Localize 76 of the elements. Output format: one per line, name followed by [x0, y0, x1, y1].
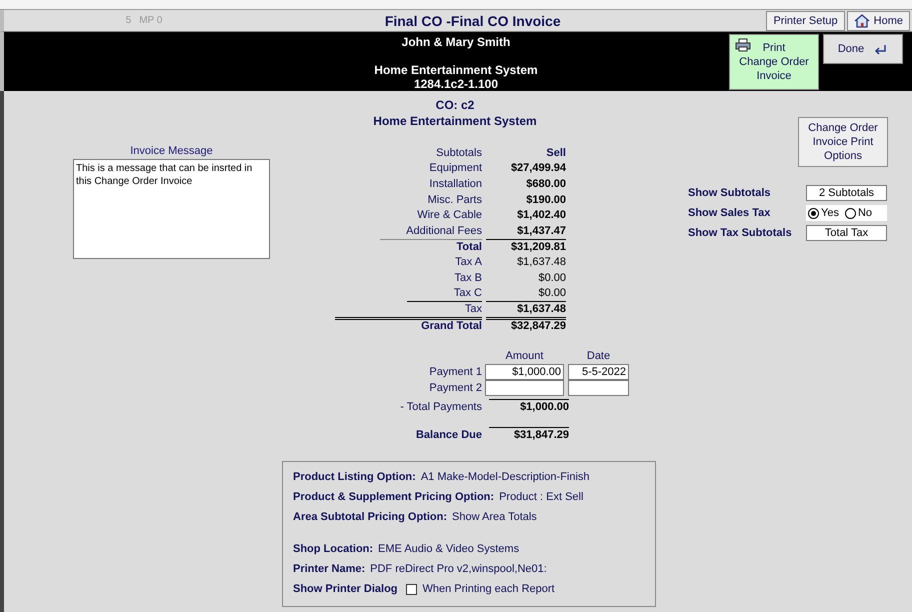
setting-label: Product Listing Option: [293, 471, 416, 483]
setting-value: EME Audio & Video Systems [378, 543, 520, 555]
subtotal-value: $190.00 [525, 192, 566, 208]
job-number: 1284.1c2-1.100 [412, 77, 500, 91]
subtotal-value: $0.00 [537, 286, 566, 301]
done-button[interactable]: Done [823, 34, 903, 64]
column-header: Subtotals [435, 146, 482, 161]
setting-value: Product : Ext Sell [499, 491, 584, 503]
subtotal-label: Equipment [428, 161, 482, 176]
subtotal-label: Tax B [453, 270, 482, 286]
subtotal-label: Additional Fees [405, 224, 482, 239]
subtotal-label: Tax [407, 300, 482, 317]
return-arrow-icon [872, 43, 888, 55]
amount-field[interactable] [485, 380, 564, 396]
field-label: Invoice Message [129, 145, 214, 157]
subtotal-label: Grand Total [335, 316, 482, 332]
printer-icon [735, 38, 751, 52]
radio-button[interactable] [844, 208, 856, 218]
total-payments-value: $1,000.00 [489, 399, 569, 415]
window-title: Final CO -Final CO Invoice [384, 12, 562, 28]
total-payments-label: - Total Payments [399, 400, 482, 415]
setting-value: PDF reDirect Pro v2,winspool,Ne01: [370, 563, 547, 575]
option-dropdown[interactable]: 2 Subtotals [806, 185, 887, 201]
client-name: John & Mary Smith [400, 35, 512, 49]
setting-label: Product & Supplement Pricing Option: [293, 491, 494, 503]
record-indicator: 5 [126, 15, 132, 26]
date-field[interactable] [568, 380, 629, 396]
print-invoice-button[interactable]: Print Change Order Invoice [729, 34, 819, 90]
message-field[interactable]: This is a message that can be insrted in this Change Order Invoice [73, 159, 270, 259]
subtotal-value: $1,437.47 [516, 224, 566, 239]
subtotal-value: $27,499.94 [510, 161, 566, 176]
option-label: Show Sales Tax [688, 207, 772, 219]
co-number: CO: c2 [434, 97, 476, 113]
subtotal-value: $680.00 [525, 176, 566, 192]
payment-label: Payment 2 [428, 382, 483, 394]
option-label: Show Subtotals [688, 187, 772, 199]
checkbox[interactable] [406, 584, 417, 594]
project-title: Home Entertainment System [372, 113, 538, 129]
column-header: Sell [545, 146, 566, 161]
balance-label: Balance Due [414, 428, 482, 442]
home-button[interactable]: Home [846, 10, 910, 30]
print-options-button[interactable]: Change Order Invoice Print Options [798, 117, 888, 167]
record-indicator: MP 0 [139, 15, 162, 26]
date-field[interactable]: 5-5-2022 [568, 364, 629, 380]
subtotal-label: Total [380, 238, 482, 254]
checkbox-label: When Printing each Report [422, 583, 555, 595]
radio-button[interactable] [808, 208, 819, 218]
subtotal-label: Misc. Parts [426, 192, 482, 208]
column-header: Date [586, 350, 612, 362]
setting-label: Area Subtotal Pricing Option: [293, 511, 448, 523]
project-name: Home Entertainment System [373, 63, 539, 77]
column-header: Amount [504, 350, 544, 362]
subtotal-label: Installation [428, 176, 482, 192]
setting-value: Show Area Totals [452, 511, 537, 523]
subtotal-label: Tax A [454, 254, 482, 270]
subtotal-value: $0.00 [537, 270, 566, 286]
subtotal-label: Tax C [452, 286, 482, 301]
balance-value: $31,847.29 [489, 426, 569, 442]
setting-label: Shop Location: [293, 543, 374, 555]
amount-field[interactable]: $1,000.00 [485, 364, 564, 380]
radio-option[interactable]: Yes [808, 207, 839, 219]
subtotal-value: $1,402.40 [516, 208, 566, 223]
setting-label: Printer Name: [293, 563, 366, 575]
subtotal-value: $31,209.81 [486, 238, 566, 254]
printer-setup-button[interactable]: Printer Setup [766, 10, 845, 30]
subtotal-label: Wire & Cable [416, 208, 482, 223]
house-icon [854, 14, 870, 28]
subtotal-value: $32,847.29 [486, 316, 566, 332]
setting-value: A1 Make-Model-Description-Finish [420, 471, 590, 483]
option-dropdown[interactable]: Total Tax [806, 225, 887, 241]
radio-option[interactable]: No [844, 207, 872, 219]
subtotal-value: $1,637.48 [486, 300, 566, 317]
setting-label: Show Printer Dialog [293, 583, 398, 595]
payment-label: Payment 1 [428, 366, 483, 378]
option-label: Show Tax Subtotals [688, 227, 793, 239]
subtotal-value: $1,637.48 [516, 254, 566, 270]
